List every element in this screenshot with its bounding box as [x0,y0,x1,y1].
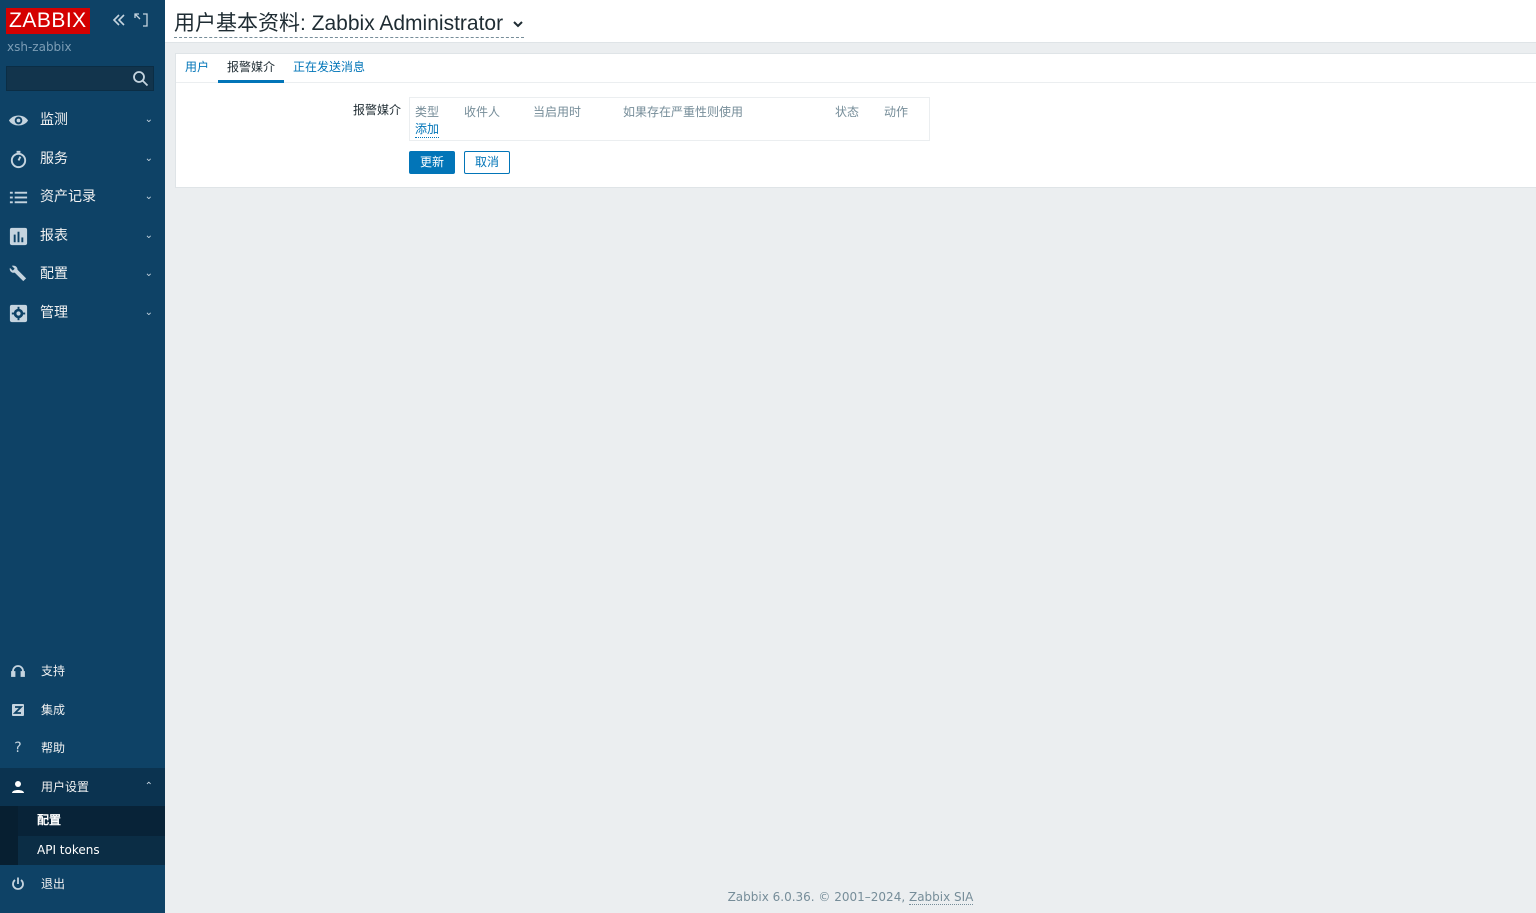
menu-item-user-settings[interactable]: 用户设置 ⌃ [0,767,165,807]
menu-item-support[interactable]: 支持 [0,652,165,691]
eye-icon [8,115,29,126]
menu-item-label: 集成 [41,702,66,717]
page-title[interactable]: 用户基本资料: Zabbix Administrator [174,7,524,38]
search-icon[interactable] [132,70,149,87]
footer-text: Zabbix 6.0.36. © 2001–2024, [727,890,909,904]
table-header: 如果存在严重性则使用 [623,105,744,119]
menu-item-label: 退出 [41,877,66,891]
menu-item-services[interactable]: 服务 ⌄ [0,140,165,179]
chevron-down-icon: ⌄ [144,191,153,203]
menu-item-label: 用户设置 [41,779,90,794]
tab-bar: 用户 报警媒介 正在发送消息 [176,54,1536,83]
media-label: 报警媒介 [353,103,402,117]
menu-item-sign-out[interactable]: 退出 [0,865,165,904]
logo-row: ZABBIX [6,8,160,34]
chevron-up-icon: ⌃ [144,780,153,792]
table-header: 当启用时 [533,105,582,119]
list-icon [9,191,28,204]
question-mark-icon: ? [14,740,22,757]
search-box [6,66,154,91]
search-input[interactable] [7,67,127,90]
bottom-menu: 支持 集成 ? 帮助 用户设置 ⌃ 配置 API tokens [0,652,165,866]
menu-item-configuration[interactable]: 配置 ⌄ [0,255,165,294]
submenu-item-profile[interactable]: 配置 [18,806,165,836]
chevron-down-icon: ⌄ [144,268,153,280]
add-media-link[interactable]: 添加 [415,120,440,138]
chevron-down-icon: ⌄ [144,229,153,241]
chevron-down-icon: ⌄ [144,114,153,125]
table-header: 收件人 [464,105,501,119]
kiosk-mode-icon[interactable] [131,10,151,30]
menu-item-label: 管理 [40,304,68,321]
menu-item-label: 报表 [40,227,68,244]
table-header: 状态 [835,105,860,119]
zabbix-z-icon [12,703,24,716]
footer-company-link[interactable]: Zabbix SIA [908,890,974,905]
main-menu: 监测 ⌄ 服务 ⌄ 资产记录 ⌄ 报表 ⌄ 配置 ⌄ 管理 ⌄ [0,101,165,333]
user-icon [12,780,24,793]
logout-row: 退出 [0,865,165,904]
table-header: 类型 [415,105,440,119]
page-header: 用户基本资料: Zabbix Administrator [165,0,1536,43]
sidebar: ZABBIX xsh-zabbix 监测 ⌄ 服务 ⌄ 资产记录 ⌄ 报表 ⌄ … [0,0,165,913]
submenu-item-api-tokens[interactable]: API tokens [18,836,165,866]
menu-item-label: 资产记录 [40,189,96,206]
menu-item-label: 配置 [40,266,68,283]
update-button[interactable]: 更新 [409,151,455,174]
cancel-button[interactable]: 取消 [464,151,510,174]
menu-item-label: 支持 [41,664,66,678]
menu-item-label: 监测 [40,112,68,128]
table-header: 动作 [884,105,909,119]
power-icon [12,877,24,890]
zabbix-logo[interactable]: ZABBIX [6,8,90,34]
content-panel: 用户 报警媒介 正在发送消息 报警媒介 类型 收件人 当启用时 如果存在严重性则… [175,53,1536,188]
menu-item-label: 服务 [40,150,68,167]
stopwatch-icon [10,150,27,168]
server-name: xsh-zabbix [7,40,72,54]
wrench-icon [9,266,27,282]
menu-item-administration[interactable]: 管理 ⌄ [0,294,165,333]
chevron-down-icon: ⌄ [144,306,153,318]
tab-messaging[interactable]: 正在发送消息 [284,54,374,83]
menu-item-monitoring[interactable]: 监测 ⌄ [0,101,165,140]
headset-icon [11,665,25,677]
page-title-text: 用户基本资料: Zabbix Administrator [174,12,504,35]
tab-user[interactable]: 用户 [176,54,218,83]
menu-item-inventory[interactable]: 资产记录 ⌄ [0,178,165,217]
media-table: 类型 收件人 当启用时 如果存在严重性则使用 状态 动作 添加 [409,97,930,141]
menu-item-label: 帮助 [41,741,66,756]
menu-item-integrations[interactable]: 集成 [0,691,165,730]
chevron-down-icon [513,21,523,28]
menu-item-reports[interactable]: 报表 ⌄ [0,217,165,256]
footer: Zabbix 6.0.36. © 2001–2024, Zabbix SIA [165,890,1536,905]
collapse-sidebar-icon[interactable] [109,10,129,30]
user-settings-submenu: 配置 API tokens [0,806,165,866]
chevron-down-icon: ⌄ [144,152,153,164]
gear-icon [9,304,28,323]
bar-chart-icon [9,227,28,245]
tab-media[interactable]: 报警媒介 [218,54,285,83]
menu-item-help[interactable]: ? 帮助 [0,729,165,768]
